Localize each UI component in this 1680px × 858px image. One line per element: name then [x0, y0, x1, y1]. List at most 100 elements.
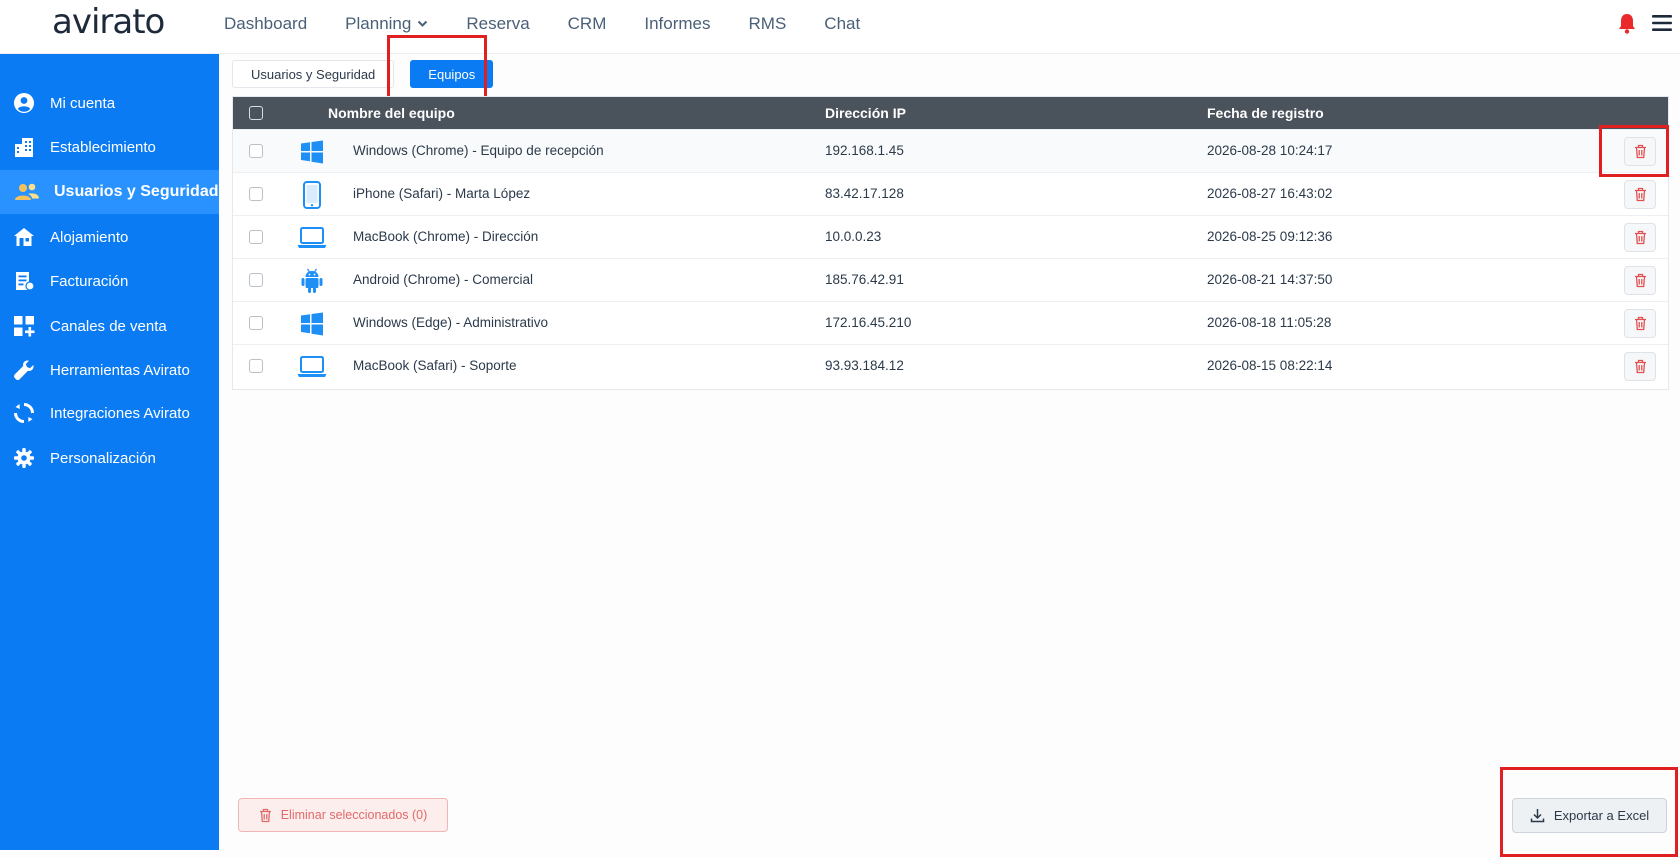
sidebar-item-mi-cuenta[interactable]: Mi cuenta [0, 81, 219, 125]
row-checkbox[interactable] [249, 316, 263, 330]
wrench-icon [11, 357, 37, 383]
delete-selected-label: Eliminar seleccionados (0) [280, 808, 428, 822]
users-icon [14, 179, 40, 205]
device-ip: 185.76.42.91 [825, 272, 904, 287]
sidebar-item-label: Canales de venta [50, 317, 167, 335]
device-date: 2026-08-18 11:05:28 [1207, 315, 1332, 330]
gear-icon [11, 445, 37, 471]
android-icon [297, 266, 327, 296]
nav-reserva[interactable]: Reserva [466, 14, 529, 34]
device-name: Android (Chrome) - Comercial [353, 272, 534, 287]
row-checkbox[interactable] [249, 359, 263, 373]
device-name: Windows (Edge) - Administrativo [353, 315, 549, 330]
avirato-logo[interactable]: avirato [52, 2, 165, 42]
trash-icon [1634, 316, 1646, 331]
delete-button[interactable] [1624, 352, 1656, 381]
nav-rms-label: RMS [748, 14, 787, 33]
column-header-ip: Dirección IP [825, 105, 906, 121]
sidebar-item-personalizacion[interactable]: Personalización [0, 436, 219, 480]
top-navigation: Dashboard Planning Reserva CRM Informes … [224, 0, 898, 48]
sidebar-item-label: Facturación [50, 272, 129, 290]
nav-rms[interactable]: RMS [749, 14, 787, 34]
sidebar-item-label: Mi cuenta [50, 94, 116, 112]
windows-icon [297, 309, 327, 339]
menu-icon[interactable] [1652, 14, 1672, 32]
table-row: MacBook (Chrome) - Dirección 10.0.0.23 2… [233, 215, 1668, 258]
sidebar-item-alojamiento[interactable]: Alojamiento [0, 215, 219, 259]
column-header-name: Nombre del equipo [328, 105, 455, 121]
bell-icon[interactable] [1617, 12, 1637, 34]
device-name: MacBook (Safari) - Soporte [353, 358, 517, 373]
laptop-icon [297, 223, 327, 253]
device-date: 2026-08-21 14:37:50 [1207, 272, 1333, 287]
sidebar-item-label: Establecimiento [50, 138, 156, 156]
device-name: iPhone (Safari) - Marta López [353, 186, 531, 201]
trash-icon [1634, 230, 1646, 245]
sidebar-item-usuarios-seguridad[interactable]: Usuarios y Seguridad [0, 170, 219, 214]
chevron-down-icon [418, 20, 428, 27]
nav-dashboard[interactable]: Dashboard [224, 14, 307, 34]
sidebar-item-label: Usuarios y Seguridad [54, 183, 219, 200]
table-row: MacBook (Safari) - Soporte 93.93.184.12 … [233, 344, 1668, 387]
device-ip: 93.93.184.12 [825, 358, 904, 373]
delete-button[interactable] [1624, 223, 1656, 252]
top-bar: avirato Dashboard Planning Reserva CRM I… [0, 0, 1680, 54]
nav-reserva-label: Reserva [466, 14, 530, 33]
device-name: MacBook (Chrome) - Dirección [353, 229, 539, 244]
column-header-date: Fecha de registro [1207, 105, 1324, 121]
delete-button[interactable] [1624, 266, 1656, 295]
nav-planning[interactable]: Planning [345, 14, 428, 34]
select-all-checkbox[interactable] [249, 106, 263, 120]
table-row: Android (Chrome) - Comercial 185.76.42.9… [233, 258, 1668, 301]
device-ip: 10.0.0.23 [825, 229, 882, 244]
row-checkbox[interactable] [249, 273, 263, 287]
phone-icon [297, 180, 327, 210]
sidebar-item-establecimiento[interactable]: Establecimiento [0, 125, 219, 169]
nav-crm[interactable]: CRM [568, 14, 607, 34]
user-circle-icon [11, 90, 37, 116]
sidebar-item-canales-venta[interactable]: Canales de venta [0, 304, 219, 348]
nav-planning-label: Planning [345, 14, 412, 33]
nav-informes-label: Informes [644, 14, 711, 33]
table-row: Windows (Chrome) - Equipo de recepción 1… [233, 129, 1668, 172]
nav-chat[interactable]: Chat [824, 14, 860, 34]
device-name: Windows (Chrome) - Equipo de recepción [353, 143, 604, 158]
nav-dashboard-label: Dashboard [224, 14, 308, 33]
devices-table: Nombre del equipo Dirección IP Fecha de … [232, 96, 1669, 390]
device-ip: 83.42.17.128 [825, 186, 904, 201]
row-checkbox[interactable] [249, 230, 263, 244]
trash-icon [1634, 187, 1646, 202]
sidebar-item-label: Alojamiento [50, 228, 129, 246]
device-ip: 172.16.45.210 [825, 315, 912, 330]
trash-icon [1634, 273, 1646, 288]
device-date: 2026-08-25 09:12:36 [1207, 229, 1333, 244]
highlight-box-delete-button [1599, 125, 1669, 177]
house-icon [11, 224, 37, 250]
delete-button[interactable] [1624, 309, 1656, 338]
sidebar: Mi cuenta Establecimiento Usuarios y Seg… [0, 54, 219, 850]
row-checkbox[interactable] [249, 187, 263, 201]
building-icon [11, 134, 37, 160]
sidebar-item-label: Personalización [50, 449, 156, 467]
delete-selected-button[interactable]: Eliminar seleccionados (0) [238, 798, 448, 832]
nav-chat-label: Chat [824, 14, 861, 33]
laptop-icon [297, 352, 327, 382]
table-row: Windows (Edge) - Administrativo 172.16.4… [233, 301, 1668, 344]
invoice-icon [11, 268, 37, 294]
sidebar-item-facturacion[interactable]: Facturación [0, 259, 219, 303]
row-checkbox[interactable] [249, 144, 263, 158]
sidebar-item-label: Herramientas Avirato [50, 361, 190, 379]
windows-icon [297, 137, 327, 167]
sidebar-item-herramientas[interactable]: Herramientas Avirato [0, 348, 219, 392]
table-row: iPhone (Safari) - Marta López 83.42.17.1… [233, 172, 1668, 215]
device-date: 2026-08-27 16:43:02 [1207, 186, 1333, 201]
nav-informes[interactable]: Informes [644, 14, 710, 34]
trash-icon [259, 808, 271, 822]
sidebar-item-integraciones[interactable]: Integraciones Avirato [0, 391, 219, 435]
tab-usuarios-seguridad[interactable]: Usuarios y Seguridad [232, 60, 395, 88]
sync-icon [11, 400, 37, 426]
delete-button[interactable] [1624, 180, 1656, 209]
sidebar-item-label: Integraciones Avirato [50, 404, 190, 422]
trash-icon [1634, 359, 1646, 374]
highlight-box-export-button [1500, 767, 1678, 857]
